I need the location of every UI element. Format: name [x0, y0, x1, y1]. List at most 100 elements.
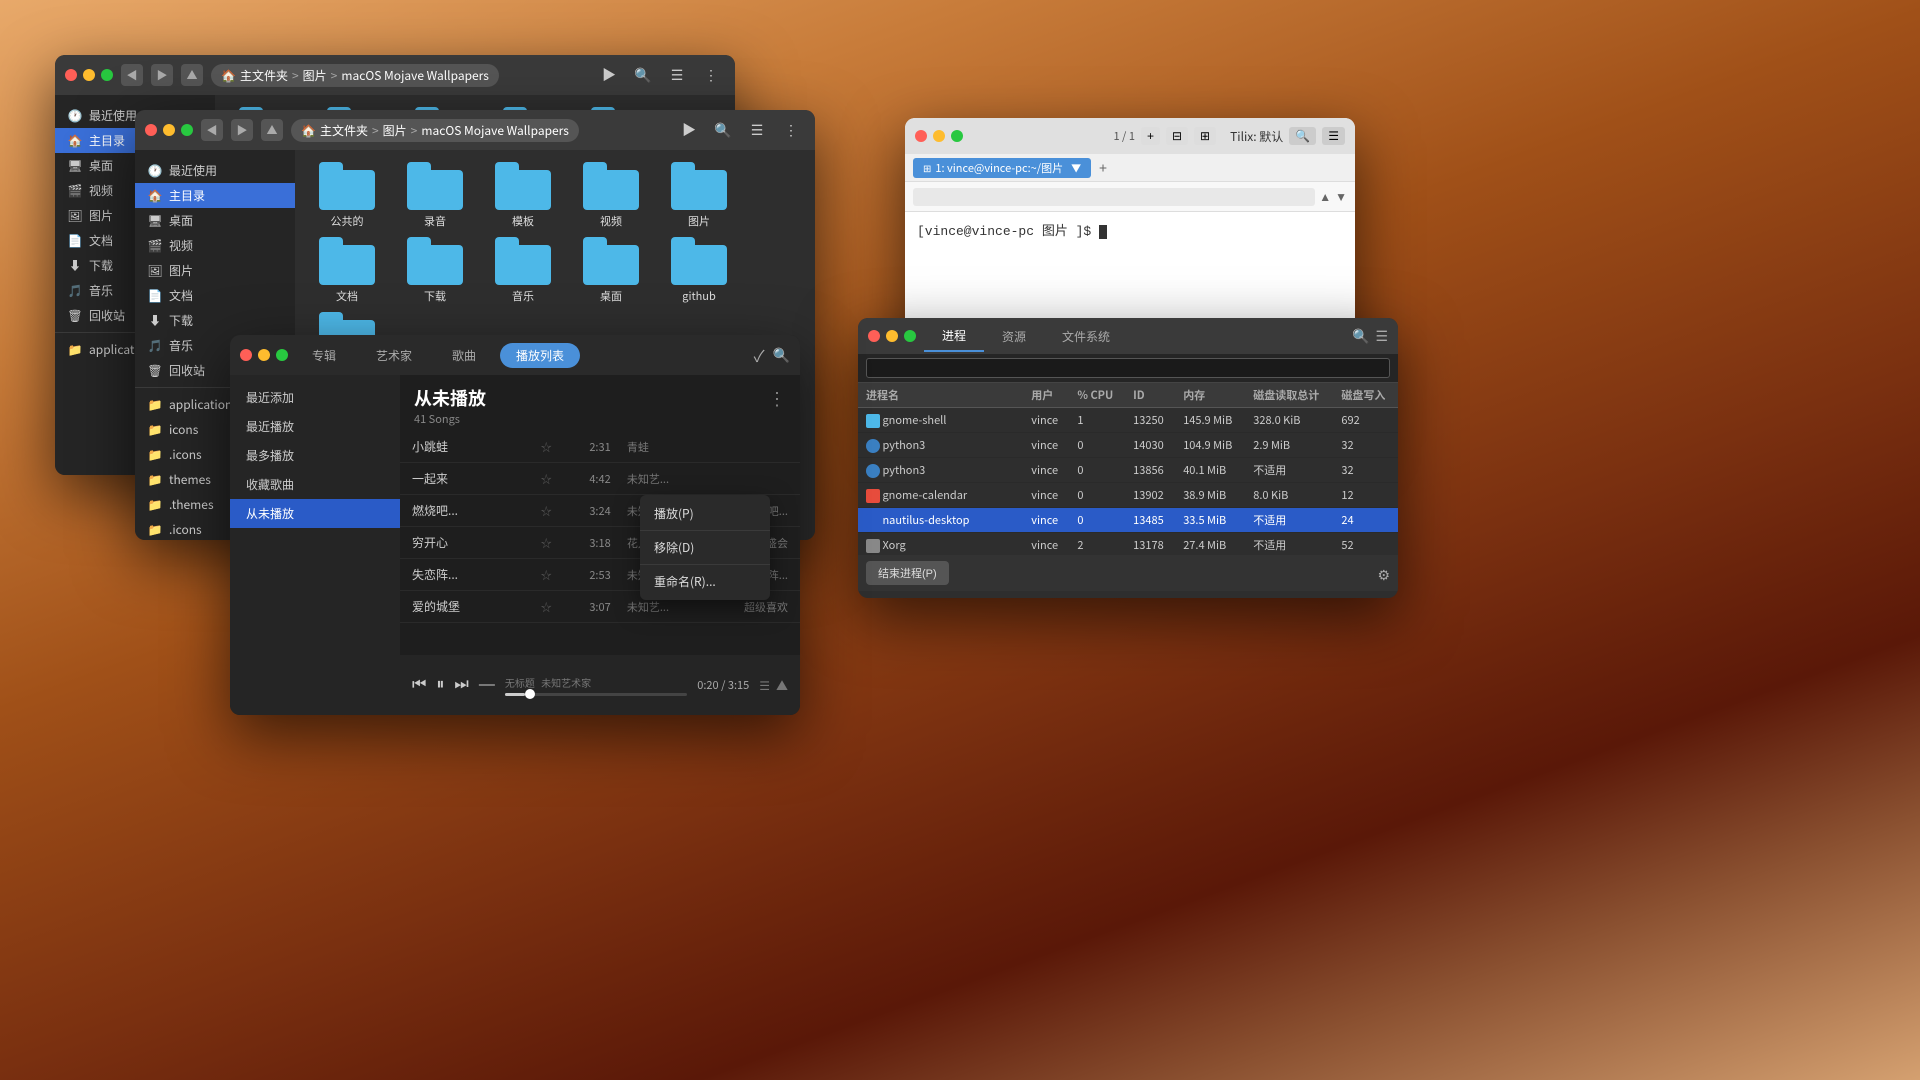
music-sidebar-favorites[interactable]: 收藏歌曲: [230, 470, 400, 499]
music-sidebar-never-played[interactable]: 从未播放: [230, 499, 400, 528]
col-cpu[interactable]: % CPU: [1069, 383, 1125, 408]
breadcrumb-wallpapers2[interactable]: macOS Mojave Wallpapers: [421, 122, 569, 139]
ctx-play[interactable]: 播放(P): [640, 499, 770, 528]
song-row-2[interactable]: 一起来 ☆ 4:42 未知艺...: [400, 463, 800, 495]
minimize-button-terminal[interactable]: [933, 130, 945, 142]
front-file-public[interactable]: 公共的: [307, 162, 387, 229]
front-file-templates[interactable]: 模板: [483, 162, 563, 229]
col-name[interactable]: 进程名: [858, 383, 1023, 408]
front-sidebar-desktop[interactable]: 🖥 桌面: [135, 208, 295, 233]
minimize-button-sysmon[interactable]: [886, 330, 898, 342]
split-v-btn[interactable]: ⊞: [1194, 127, 1216, 145]
tab-processes[interactable]: 进程: [924, 321, 984, 352]
close-button-music[interactable]: [240, 349, 252, 361]
search-btn-front[interactable]: 🔍: [709, 116, 737, 144]
front-sidebar-downloads[interactable]: ⬇ 下载: [135, 308, 295, 333]
traffic-lights-sysmon[interactable]: [868, 330, 916, 342]
breadcrumb-front[interactable]: 🏠 主文件夹 > 图片 > macOS Mojave Wallpapers: [291, 119, 579, 142]
front-file-pictures[interactable]: 图片: [659, 162, 739, 229]
play-btn-back[interactable]: ▶: [595, 61, 623, 89]
breadcrumb-wallpapers[interactable]: macOS Mojave Wallpapers: [341, 67, 489, 84]
nav-forward-btn-front[interactable]: ▶: [231, 119, 253, 141]
song-row-1[interactable]: 小跳蛙 ☆ 2:31 青蛙: [400, 431, 800, 463]
tab-playlist[interactable]: 播放列表: [500, 343, 580, 368]
front-sidebar-video[interactable]: 🎬 视频: [135, 233, 295, 258]
col-id[interactable]: ID: [1125, 383, 1175, 408]
nav-up-btn[interactable]: ▲: [181, 64, 203, 86]
front-file-recordings[interactable]: 录音: [395, 162, 475, 229]
view-options-btn-back[interactable]: ⋮: [697, 61, 725, 89]
view-options-btn-front[interactable]: ⋮: [777, 116, 805, 144]
traffic-lights-front[interactable]: [145, 124, 193, 136]
minimize-button-music[interactable]: [258, 349, 270, 361]
close-button-sysmon[interactable]: [868, 330, 880, 342]
sysmon-menu-icon[interactable]: ☰: [1375, 326, 1388, 346]
front-sidebar-recent[interactable]: 🕐 最近使用: [135, 158, 295, 183]
caret-icon[interactable]: ▲: [776, 677, 788, 694]
song-star-4[interactable]: ☆: [519, 535, 573, 551]
tab-songs[interactable]: 歌曲: [436, 343, 492, 368]
progress-thumb[interactable]: [525, 689, 535, 699]
tab-filesystem[interactable]: 文件系统: [1044, 322, 1128, 351]
breadcrumb-pictures[interactable]: 图片: [303, 67, 327, 84]
proc-row-gnome-cal[interactable]: gnome-calendar vince 0 13902 38.9 MiB 8.…: [858, 483, 1398, 508]
search-up-btn[interactable]: ▲: [1319, 190, 1331, 204]
breadcrumb-back[interactable]: 🏠 主文件夹 > 图片 > macOS Mojave Wallpapers: [211, 64, 499, 87]
ctx-remove[interactable]: 移除(D): [640, 533, 770, 562]
traffic-lights-back[interactable]: [65, 69, 113, 81]
proc-row-xorg[interactable]: Xorg vince 2 13178 27.4 MiB 不适用 52: [858, 533, 1398, 555]
play-btn-front[interactable]: ▶: [675, 116, 703, 144]
tab-album[interactable]: 专辑: [296, 343, 352, 368]
maximize-button-music[interactable]: [276, 349, 288, 361]
sysmon-settings-icon[interactable]: ⚙: [1377, 565, 1390, 585]
progress-area[interactable]: 无标题 未知艺术家: [505, 675, 687, 696]
nav-up-btn-front[interactable]: ▲: [261, 119, 283, 141]
ctx-rename[interactable]: 重命名(R)...: [640, 567, 770, 596]
proc-row-python3-2[interactable]: python3 vince 0 13856 40.1 MiB 不适用 32: [858, 458, 1398, 483]
search-btn-back[interactable]: 🔍: [629, 61, 657, 89]
breadcrumb-home[interactable]: 主文件夹: [240, 67, 288, 84]
front-file-desktop[interactable]: 桌面: [571, 237, 651, 304]
close-button-back[interactable]: [65, 69, 77, 81]
maximize-button-front[interactable]: [181, 124, 193, 136]
proc-row-nautilus[interactable]: nautilus-desktop vince 0 13485 33.5 MiB …: [858, 508, 1398, 533]
list-icon[interactable]: ☰: [759, 677, 770, 694]
sysmon-search-input[interactable]: [866, 358, 1390, 378]
front-file-github[interactable]: github: [659, 237, 739, 304]
end-process-button[interactable]: 结束进程(P): [866, 561, 949, 585]
progress-bar[interactable]: [505, 693, 687, 696]
minimize-button-front[interactable]: [163, 124, 175, 136]
front-file-downloads[interactable]: 下载: [395, 237, 475, 304]
play-pause-button[interactable]: ⏸: [436, 676, 444, 694]
col-mem[interactable]: 内存: [1175, 383, 1245, 408]
terminal-tab-1[interactable]: ⊞ 1: vince@vince-pc:~/图片 ▼: [913, 158, 1091, 178]
front-file-music[interactable]: 音乐: [483, 237, 563, 304]
music-sidebar-recently-played[interactable]: 最近播放: [230, 412, 400, 441]
song-star-1[interactable]: ☆: [519, 439, 573, 455]
col-user[interactable]: 用户: [1023, 383, 1069, 408]
proc-row-gnome-shell[interactable]: gnome-shell vince 1 13250 145.9 MiB 328.…: [858, 408, 1398, 433]
maximize-button-sysmon[interactable]: [904, 330, 916, 342]
front-sidebar-home[interactable]: 🏠 主目录: [135, 183, 295, 208]
new-tab-btn-terminal[interactable]: +: [1141, 127, 1160, 145]
sysmon-search-icon[interactable]: 🔍: [1352, 326, 1369, 346]
proc-row-python3-1[interactable]: python3 vince 0 14030 104.9 MiB 2.9 MiB …: [858, 433, 1398, 458]
col-read[interactable]: 磁盘读取总计: [1245, 383, 1333, 408]
split-h-btn[interactable]: ⊟: [1166, 127, 1188, 145]
check-icon[interactable]: ✓: [754, 343, 765, 367]
music-menu-icon[interactable]: ⋮: [768, 385, 786, 411]
close-tab-icon[interactable]: ▼: [1071, 160, 1081, 175]
front-file-docs[interactable]: 文档: [307, 237, 387, 304]
new-tab-plus-btn[interactable]: +: [1099, 158, 1107, 178]
maximize-button-terminal[interactable]: [951, 130, 963, 142]
music-sidebar-most-played[interactable]: 最多播放: [230, 441, 400, 470]
nav-back-btn-front[interactable]: ◀: [201, 119, 223, 141]
nav-forward-btn[interactable]: ▶: [151, 64, 173, 86]
music-search-icon[interactable]: 🔍: [773, 345, 790, 365]
front-file-video[interactable]: 视频: [571, 162, 651, 229]
view-list-btn-back[interactable]: ☰: [663, 61, 691, 89]
minimize-button-back[interactable]: [83, 69, 95, 81]
song-star-6[interactable]: ☆: [519, 599, 573, 615]
tab-artist[interactable]: 艺术家: [360, 343, 428, 368]
view-list-btn-front[interactable]: ☰: [743, 116, 771, 144]
